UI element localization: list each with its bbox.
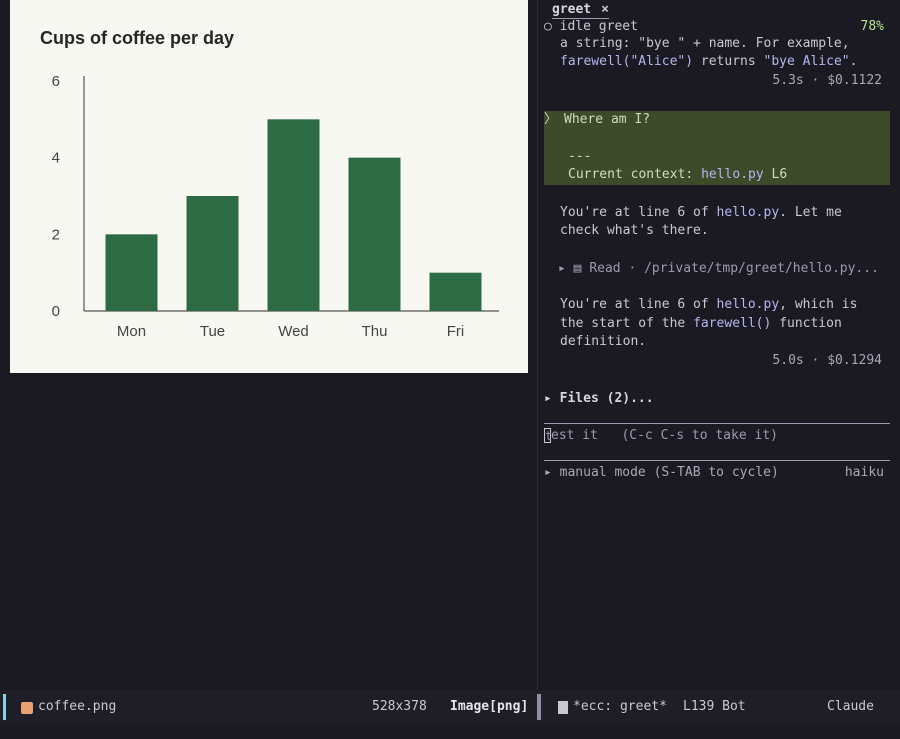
bar-tue (186, 196, 239, 311)
model-name[interactable]: haiku (845, 464, 884, 482)
cursor-position: L139 Bot (683, 699, 746, 714)
message-line: farewell("Alice") returns "bye Alice". (560, 53, 857, 71)
prompt-separator: --- (568, 149, 592, 164)
echo-area (0, 724, 900, 739)
input-top-rule (544, 423, 890, 424)
code-inline: hello.py (716, 297, 780, 312)
files-toggle[interactable]: ▸ Files (2)... (544, 390, 654, 408)
bar-thu (348, 157, 401, 311)
text-span: . Let me (779, 205, 842, 220)
image-display: Cups of coffee per day 0 2 4 6 Mon Tue Wed Thu… (10, 0, 528, 373)
text-span: You're at line 6 of (560, 205, 717, 220)
x-tick-label: Wed (278, 323, 309, 340)
prompt-context: Current context: hello.py L6 (568, 166, 787, 184)
tool-path: · /private/tmp/greet/hello.py... (620, 261, 879, 276)
message-line: check what's there. (560, 223, 709, 238)
input-suggestion: est it (C-c C-s to take it) (551, 428, 778, 443)
image-file-icon (21, 702, 33, 714)
code-inline: farewell() (693, 316, 772, 331)
context-label: Current context: (568, 167, 702, 182)
image-pane: Cups of coffee per day 0 2 4 6 Mon Tue Wed Thu… (0, 0, 537, 690)
coffee-chart: Cups of coffee per day 0 2 4 6 Mon Tue Wed Thu… (40, 28, 499, 340)
message-line: You're at line 6 of hello.py, which is (560, 296, 857, 314)
message-line: definition. (560, 334, 647, 349)
chart-title: Cups of coffee per day (40, 28, 234, 48)
expand-arrow-icon: ▸ (558, 261, 566, 276)
chat-pane[interactable]: greet × ○ idle greet 78% a string: "bye "… (538, 0, 900, 690)
chevron-right-icon: 〉 (544, 112, 558, 127)
y-tick-label: 6 (52, 73, 60, 90)
bar-mon (105, 234, 158, 311)
x-tick-label: Thu (362, 323, 388, 340)
context-percent: 78% (860, 19, 884, 34)
tab-bar: greet × (538, 0, 900, 19)
user-prompt-block: 〉 Where am I? --- Current context: hello… (544, 111, 890, 185)
message-line: a string: "bye " + name. For example, (560, 36, 850, 51)
document-icon (558, 701, 568, 714)
x-tick-label: Mon (117, 323, 146, 340)
status-text: idle (559, 19, 591, 34)
y-tick-label: 0 (52, 303, 60, 320)
buffer-file-name: coffee.png (38, 699, 117, 714)
active-window-indicator (3, 694, 6, 720)
context-file[interactable]: hello.py (701, 167, 764, 182)
mode-label: ▸ manual mode (S-TAB to cycle) (544, 465, 779, 480)
text-cursor: t (544, 428, 553, 443)
y-tick-label: 2 (52, 226, 60, 243)
close-icon[interactable]: × (601, 2, 609, 17)
message-line: You're at line 6 of hello.py. Let me (560, 204, 842, 222)
bar-wed (267, 119, 320, 311)
text-span: . (849, 54, 858, 69)
message-line: the start of the farewell() function (560, 315, 842, 333)
text-span: the start of the (560, 316, 694, 331)
prompt-input[interactable]: test it (C-c C-s to take it) (544, 427, 778, 445)
cursor-char: t (545, 429, 553, 443)
context-line: L6 (763, 167, 788, 182)
y-tick-label: 4 (52, 150, 60, 167)
modeline-separator (537, 694, 541, 720)
status-circle-icon: ○ (544, 19, 552, 34)
code-inline: hello.py (716, 205, 780, 220)
tool-call-read[interactable]: ▸ ▤ Read · /private/tmp/greet/hello.py..… (558, 260, 879, 278)
prompt-text: Where am I? (564, 112, 651, 127)
text-span: , which is (779, 297, 858, 312)
code-inline: "bye Alice" (763, 54, 850, 69)
x-tick-label: Fri (447, 323, 465, 340)
status-row: ○ idle greet 78% (544, 18, 884, 36)
mode-selector[interactable]: ▸ manual mode (S-TAB to cycle) haiku (544, 464, 884, 482)
bar-fri (429, 272, 482, 311)
modeline: coffee.png 528x378 Image[png] *ecc: gree… (0, 690, 900, 724)
input-bottom-rule (544, 460, 890, 461)
status-session: greet (598, 19, 638, 34)
image-dimensions: 528x378 (372, 699, 427, 714)
chat-major-mode: Claude (827, 699, 874, 714)
text-span: function (771, 316, 842, 331)
tool-name: Read (589, 261, 621, 276)
chat-buffer-name: *ecc: greet* (573, 699, 667, 714)
tab-label: greet (552, 2, 592, 17)
major-mode: Image[png] (450, 699, 529, 714)
text-span: returns (693, 54, 764, 69)
text-span: You're at line 6 of (560, 297, 717, 312)
response-meta: 5.3s · $0.1122 (772, 73, 882, 88)
code-inline: farewell("Alice") (560, 54, 694, 69)
x-tick-label: Tue (200, 323, 225, 340)
response-meta: 5.0s · $0.1294 (772, 353, 882, 368)
tab-greet[interactable]: greet × (552, 3, 609, 19)
book-icon: ▤ (573, 261, 582, 276)
